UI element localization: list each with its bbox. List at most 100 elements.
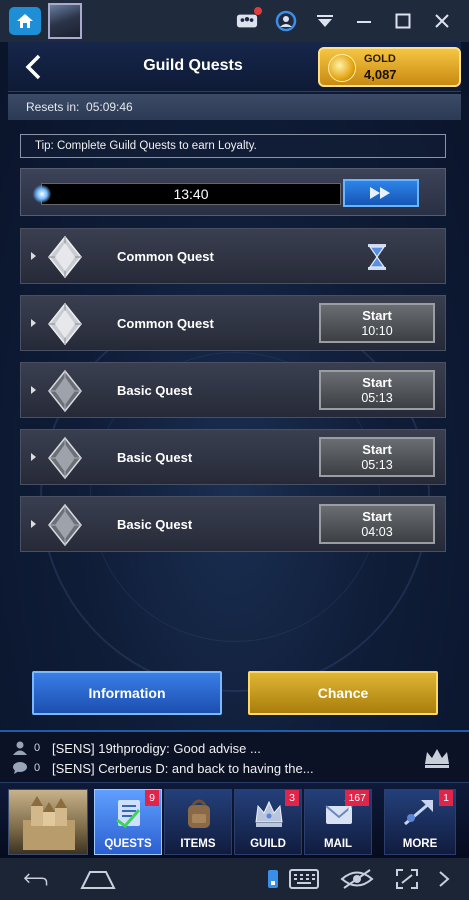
resets-timer: Resets in: 05:09:46 (26, 100, 133, 114)
game-screen: Guild Quests GOLD 4,087 Resets in: 05:09… (0, 42, 469, 858)
nav-mail[interactable]: 167 MAIL (304, 789, 372, 855)
back-arrow-icon[interactable] (22, 868, 48, 890)
expand-arrow-icon[interactable] (31, 453, 36, 461)
expand-arrow-icon[interactable] (31, 252, 36, 260)
nav-more[interactable]: 1 MORE (384, 789, 456, 855)
home-nav-icon[interactable] (80, 868, 116, 890)
chat-count: 0 (34, 742, 41, 754)
nav-label: MORE (402, 838, 438, 850)
notification-badge: 9 (145, 790, 159, 806)
start-label: Start (362, 375, 392, 390)
chance-button[interactable]: Chance (248, 671, 438, 715)
message-icon (13, 762, 27, 774)
crown-icon[interactable] (423, 746, 451, 768)
tip-text: Tip: Complete Guild Quests to earn Loyal… (35, 140, 257, 152)
start-label: Start (362, 442, 392, 457)
quest-row: Basic Quest Start 05:13 (20, 362, 446, 418)
crystal-icon (48, 436, 82, 480)
start-quest-button[interactable]: Start 05:13 (319, 437, 435, 477)
quest-duration: 05:13 (361, 458, 393, 472)
keyboard-icon[interactable] (288, 868, 320, 890)
fast-forward-icon (370, 187, 390, 199)
maximize-icon[interactable] (392, 10, 414, 32)
information-button[interactable]: Information (32, 671, 222, 715)
crystal-icon (48, 235, 82, 279)
chat-line: 0 [SENS] Cerberus D: and back to having … (12, 758, 314, 778)
quest-row[interactable]: Common Quest (20, 228, 446, 284)
start-quest-button[interactable]: Start 04:03 (319, 504, 435, 544)
quest-duration: 04:03 (361, 525, 393, 539)
quest-name: Common Quest (117, 249, 214, 264)
tip-box: Tip: Complete Guild Quests to earn Loyal… (20, 134, 446, 158)
expand-arrow-icon[interactable] (31, 520, 36, 528)
timer-value: 13:40 (173, 186, 209, 202)
nav-label: MAIL (323, 838, 353, 850)
phone-icon[interactable] (266, 868, 280, 890)
gold-display[interactable]: GOLD 4,087 (318, 47, 461, 87)
expand-arrow-icon[interactable] (31, 386, 36, 394)
start-quest-button[interactable]: Start 10:10 (319, 303, 435, 343)
back-button[interactable] (18, 52, 48, 82)
user-icon (13, 741, 27, 755)
quest-row: Basic Quest Start 05:13 (20, 429, 446, 485)
android-nav-bar (0, 858, 469, 900)
notification-badge: 1 (439, 790, 453, 806)
guild-crown-icon (255, 800, 283, 827)
more-arrow-icon (404, 800, 433, 826)
notification-dot (254, 7, 262, 15)
quest-row: Basic Quest Start 04:03 (20, 496, 446, 552)
gold-label: GOLD (364, 53, 396, 65)
chat-message: [SENS] Cerberus D: and back to having th… (52, 760, 314, 776)
chat-count: 0 (34, 762, 41, 774)
quest-row: Common Quest Start 10:10 (20, 295, 446, 351)
bottom-nav: 9 QUESTS ITEMS 3 GUILD 167 MAIL 1 MORE (0, 782, 469, 858)
group-icon[interactable] (236, 7, 262, 32)
close-icon[interactable] (431, 10, 453, 32)
home-icon[interactable] (9, 7, 41, 35)
quest-duration: 05:13 (361, 391, 393, 405)
start-quest-button[interactable]: Start 05:13 (319, 370, 435, 410)
resets-bar: Resets in: 05:09:46 (8, 94, 461, 120)
dropdown-icon[interactable] (314, 10, 336, 32)
chat-panel[interactable]: 0 [SENS] 19thprodigy: Good advise ... 0 … (0, 730, 469, 782)
nav-items[interactable]: ITEMS (164, 789, 232, 855)
crystal-icon (48, 503, 82, 547)
minimize-icon[interactable] (353, 10, 375, 32)
gold-coin-icon (328, 54, 356, 82)
nav-label: ITEMS (180, 838, 216, 850)
castle-button[interactable] (8, 789, 88, 855)
expand-arrow-icon[interactable] (31, 319, 36, 327)
chat-message: [SENS] 19thprodigy: Good advise ... (52, 740, 261, 756)
chat-line: 0 [SENS] 19thprodigy: Good advise ... (12, 738, 261, 758)
hourglass-icon (368, 244, 386, 270)
game-thumbnail[interactable] (48, 3, 82, 39)
nav-label: GUILD (250, 838, 286, 850)
fullscreen-icon[interactable] (394, 868, 420, 890)
backpack-icon (188, 799, 210, 828)
quest-name: Basic Quest (117, 450, 193, 465)
quest-scroll-icon (116, 800, 141, 829)
screen-header: Guild Quests GOLD 4,087 (8, 42, 461, 92)
skip-button[interactable] (343, 179, 419, 207)
notification-badge: 3 (285, 790, 299, 806)
crystal-icon (48, 369, 82, 413)
quest-name: Basic Quest (117, 383, 193, 398)
crystal-icon (48, 302, 82, 346)
eye-icon[interactable] (340, 868, 374, 890)
active-quest-timer: 13:40 (20, 168, 446, 216)
emulator-title-bar (0, 0, 469, 42)
notification-badge: 167 (345, 790, 369, 806)
nav-quests[interactable]: 9 QUESTS (94, 789, 162, 855)
nav-guild[interactable]: 3 GUILD (234, 789, 302, 855)
start-label: Start (362, 308, 392, 323)
quest-duration: 10:10 (361, 324, 393, 338)
quest-name: Basic Quest (117, 517, 193, 532)
start-label: Start (362, 509, 392, 524)
quest-name: Common Quest (117, 316, 214, 331)
castle-icon (23, 796, 75, 850)
page-title: Guild Quests (143, 57, 243, 74)
nav-label: QUESTS (104, 838, 152, 850)
chevron-right-icon[interactable] (434, 868, 454, 890)
account-icon[interactable] (275, 10, 297, 32)
gold-value: 4,087 (364, 67, 397, 82)
